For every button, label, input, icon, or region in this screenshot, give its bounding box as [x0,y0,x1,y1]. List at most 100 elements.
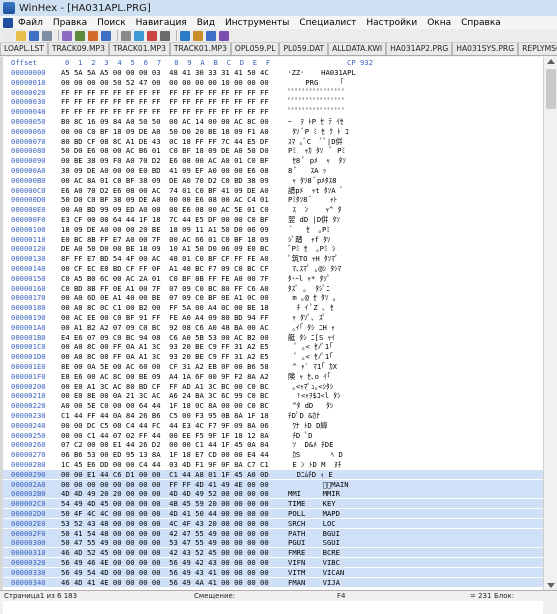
hex-row[interactable]: 000001D0 00 A0 8C 00 FF 0A A1 3C 93 20 BE… [3,352,543,361]
row-text[interactable]: ･ZZ･ HA031APL [288,68,375,77]
row-text[interactable]: ｡<ｬﾏﾟｭ｡<ｼﾀｼ [288,382,375,391]
row-hex-bytes[interactable]: E6 A0 70 D2 E6 08 00 AC 74 01 C0 BF 41 0… [61,186,269,195]
row-hex-bytes[interactable]: 00 A0 6D 0E A1 40 00 BE 07 09 C0 BF 0E A… [61,293,269,302]
row-hex-bytes[interactable]: 00 BE 38 09 F0 A0 70 D2 E6 08 00 AC A0 0… [61,156,269,165]
row-text[interactable]: ^ﾀ dD ﾀｼ [288,401,375,410]
hex-row[interactable]: 00000150 C0 A5 B0 6C 00 AC 2A 01 C0 BF 8B… [3,274,543,283]
hex-row[interactable]: 00000210 00 E0 8E 00 0A 21 3C AC A6 24 BA… [3,391,543,400]
row-text[interactable]: Pﾐﾀｿ8 ﾞ ｬﾄ [288,195,375,204]
hex-row[interactable]: 00000010 00 00 00 00 50 52 47 00 00 00 00… [3,78,543,87]
row-text[interactable]: SRCH LOC [288,519,375,528]
row-hex-bytes[interactable]: C0 A5 B0 6C 00 AC 2A 01 C0 BF 8B FF FE A… [61,274,269,283]
row-text[interactable]: ｽ ﾝ ｬ^ ﾀ [288,205,375,214]
hex-row[interactable]: 000000E0 00 A0 BD 99 09 ED A0 00 00 E6 08… [3,205,543,214]
row-hex-bytes[interactable]: 50 41 54 48 00 00 00 00 42 47 55 49 00 0… [61,529,269,538]
hex-row[interactable]: 000000D0 50 D0 C0 BF 38 09 DE A0 00 00 E6… [3,195,543,204]
row-text[interactable]: ﾂ D&ﾒ ﾁDE [288,440,375,449]
print-icon[interactable] [42,30,52,41]
row-text[interactable]: MMI MMIR [288,489,375,498]
row-text[interactable]: ﾜﾅ ﾄD D緯 [288,421,375,430]
row-hex-bytes[interactable]: E3 CF 00 00 64 44 1F 18 7C 44 E5 DF 00 0… [61,215,269,224]
row-text[interactable]: FMRE BCRE [288,548,375,557]
menu-item-3[interactable]: Навигация [131,18,192,28]
menu-item-6[interactable]: Специалист [294,18,361,28]
row-hex-bytes[interactable]: 00 A0 8C 00 FF 0A A1 3C 93 20 BE C9 FF 3… [61,352,269,361]
tab-opl059-pl[interactable]: OPL059.PL [230,43,280,55]
row-hex-bytes[interactable]: 56 49 54 4D 00 00 00 00 56 49 43 41 00 0… [61,568,269,577]
row-hex-bytes[interactable]: 00 00 C0 BF 18 09 DE A0 50 D0 20 BE 18 0… [61,127,269,136]
row-text[interactable]: POLL MAPD [288,509,375,518]
row-hex-bytes[interactable]: 00 AC EE 00 C0 BF 91 FF FE A0 A4 09 80 B… [61,313,269,322]
row-text[interactable]: DﾆﾑﾁD ｨ E [288,470,375,479]
hex-row[interactable]: 00000180 00 A0 8C 0C C1 00 B2 00 FF 5A 00… [3,303,543,312]
hex-row[interactable]: 00000200 00 E0 A1 3C AC 80 BD CF FF AD A1… [3,382,543,391]
tab-track01-mp3[interactable]: TRACK01.MP3 [108,43,170,55]
row-hex-bytes[interactable]: 54 49 4D 45 00 00 00 00 4B 45 59 20 00 0… [61,499,269,508]
tab-alldata-kwi[interactable]: ALLDATA.KWI [328,43,387,55]
options-icon[interactable] [206,30,216,41]
paste-icon[interactable] [101,30,111,41]
row-hex-bytes[interactable]: 50 4F 4C 4C 00 00 00 00 4D 41 50 44 00 0… [61,509,269,518]
row-text[interactable]: 険 ｬ ｾ､o ｲ｢ [288,372,375,381]
row-hex-bytes[interactable]: 00 A0 BD 99 09 ED A0 00 00 E6 08 00 AC 5… [61,205,269,214]
row-text[interactable]: PRG ｢ [288,78,375,87]
row-text[interactable]: m ｡@ ｾ ﾀｿ ｡ [288,293,375,302]
scroll-down-icon[interactable] [547,583,555,588]
hex-row[interactable]: 000002A0 00 00 00 00 00 00 00 00 FF FF 4D… [3,479,543,489]
row-hex-bytes[interactable]: E0 BC 8B FF E7 A0 00 7F 00 AC 66 01 C0 B… [61,235,269,244]
row-hex-bytes[interactable]: 53 52 43 48 00 00 00 00 4C 4F 43 20 00 0… [61,519,269,528]
row-hex-bytes[interactable]: DE A0 50 D0 00 BE 18 09 10 A1 50 D0 06 0… [61,244,269,253]
menu-item-1[interactable]: Правка [48,18,92,28]
hex-row[interactable]: 00000300 50 47 55 49 00 00 00 00 53 47 55… [3,538,543,548]
menu-item-4[interactable]: Вид [192,18,220,28]
row-text[interactable]: FMAN VIJA [288,578,375,587]
row-text[interactable]: ｽﾏ ｡ﾞC ﾟﾟ|D倂 [288,137,375,146]
row-text[interactable]: ﾟﾟMAIN [288,480,375,489]
menu-item-5[interactable]: Инструменты [220,18,294,28]
row-hex-bytes[interactable]: 80 BD CF 08 8C A1 DE 43 0C 18 FF FF 7C 4… [61,137,269,146]
row-text[interactable]: ﾀｿ ﾞP ﾐ ｾ ｸ ﾄ ｺ [288,127,375,136]
hex-row[interactable]: 00000160 C0 BD 8B FF 0E A1 00 7F 07 09 C0… [3,284,543,293]
ram-icon[interactable] [193,30,203,41]
hex-row[interactable]: 00000310 46 4D 52 45 00 00 00 00 42 43 52… [3,548,543,558]
row-text[interactable]: TIME KEY [288,499,375,508]
hex-row[interactable]: 000000C0 E6 A0 70 D2 E6 08 00 AC 74 01 C0… [3,186,543,195]
hex-row[interactable]: 000002B0 4D 4D 49 20 20 00 00 00 4D 4D 49… [3,489,543,499]
open-file-icon[interactable] [16,30,26,41]
hex-row[interactable]: 00000030 FF FF FF FF FF FF FF FF FF FF FF… [3,97,543,106]
hex-row[interactable]: 00000290 00 00 E1 44 C6 D1 00 00 C1 44 A8… [3,469,543,479]
row-text[interactable]: VITM VICAN [288,568,375,577]
row-text[interactable]: ｬ ﾀｿ8 ﾞpﾒﾀｽ8 [288,176,375,185]
hex-row[interactable]: 000001C0 00 A0 8C 00 FF 0A A1 3C 93 20 BE… [3,342,543,351]
row-text[interactable]: ﾁ ｲ ﾟZ ､ ｾ [288,303,375,312]
hex-row[interactable]: 00000050 B0 8C 16 09 84 A0 50 50 00 AC 14… [3,117,543,126]
row-hex-bytes[interactable]: 50 D0 C0 BF 38 09 DE A0 00 00 E6 08 00 A… [61,195,269,204]
row-text[interactable]: Pﾐ ｬｶ ﾀｿ ﾞ Pﾐ [288,146,375,155]
row-text[interactable]: ﾟ ｡< ｾﾉﾟ1｢ [288,342,375,351]
row-hex-bytes[interactable]: 00 A0 8C 00 FF 0A A1 3C 93 20 BE C9 FF 3… [61,342,269,351]
row-hex-bytes[interactable]: 00 00 00 00 00 00 00 00 FF FF 4D 41 49 4… [61,480,269,489]
row-hex-bytes[interactable]: 8E 00 0A 5E 00 AC 60 00 CF 31 A2 EB 0F 0… [61,362,269,371]
hex-row[interactable]: 00000110 E0 BC 8B FF E7 A0 00 7F 00 AC 66… [3,235,543,244]
tab-replymsg-lst[interactable]: REPLYMSG.LST [518,43,557,55]
row-hex-bytes[interactable]: 00 CF EC E0 BD CF FF 0F A1 40 BC F7 09 C… [61,264,269,273]
row-text[interactable]: 艇 ﾀｼ ﾆ[S ｬｲ [288,333,375,342]
hex-row[interactable]: 00000100 18 09 DE A0 00 00 20 BE 18 09 11… [3,225,543,234]
scroll-up-icon[interactable] [547,59,555,64]
row-text[interactable]: ﾟﾟﾟﾟﾟﾟﾟﾟﾟﾟﾟﾟﾟﾟﾟﾟ [288,88,375,97]
hex-row[interactable]: 00000230 C1 44 FF 44 0A 84 26 B6 C5 00 F3… [3,411,543,420]
goto-icon[interactable] [147,30,157,41]
row-text[interactable]: ｰ ｦ ﾄP ｾ ﾃ ｲｾ [288,117,375,126]
row-text[interactable]: ﾁDﾟD &ｶﾅ [288,411,375,420]
menu-item-7[interactable]: Настройки [361,18,422,28]
row-hex-bytes[interactable]: E4 E6 07 09 C0 BC 94 08 C6 A0 5B 53 00 A… [61,333,269,342]
row-hex-bytes[interactable]: 50 47 55 49 00 00 00 00 53 47 55 49 00 0… [61,538,269,547]
hex-row[interactable]: 00000020 FF FF FF FF FF FF FF FF FF FF FF… [3,88,543,97]
hex-row[interactable]: 00000170 00 A0 6D 0E A1 40 00 BE 07 09 C0… [3,293,543,302]
hex-row[interactable]: 00000260 07 C2 00 00 E1 44 26 D2 00 00 C1… [3,440,543,449]
row-text[interactable]: ﾞ ｾ ｡Pﾐ [288,225,375,234]
row-hex-bytes[interactable]: 00 A0 8C 0C C1 00 B2 00 FF 5A 00 A4 0C 0… [61,303,269,312]
hex-row[interactable]: 00000270 06 B6 53 00 ED 95 13 8A 1F 18 E7… [3,450,543,459]
document-icon[interactable] [3,17,13,28]
hex-row[interactable]: 000000F0 E3 CF 00 00 64 44 1F 18 7C 44 E5… [3,215,543,224]
